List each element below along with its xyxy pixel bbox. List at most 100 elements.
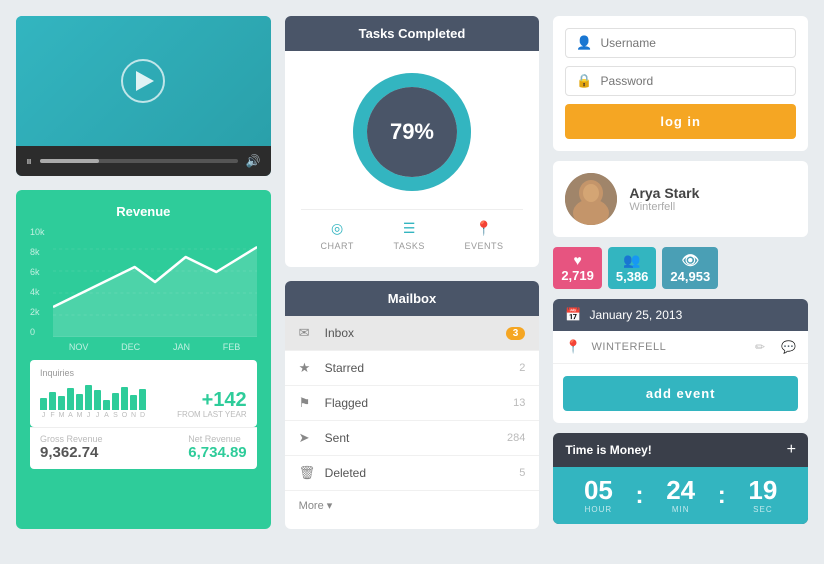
- likes-count: 2,719: [561, 268, 594, 283]
- stat-followers[interactable]: 👥 5,386: [608, 247, 657, 289]
- left-column: ⏸ 🔊 Revenue 10k 8k 6k 4k 2k 0: [16, 16, 271, 529]
- deleted-count: 5: [519, 467, 525, 479]
- mailbox-starred[interactable]: ★ Starred 2: [285, 351, 540, 386]
- mini-bar: [67, 388, 74, 410]
- login-button[interactable]: log in: [565, 104, 796, 139]
- mini-bar: [58, 396, 65, 410]
- seconds-label: SEC: [753, 505, 772, 514]
- calendar-card: 📅 January 25, 2013 📍 WINTERFELL ✏ 💬 add …: [553, 299, 808, 423]
- progress-bar[interactable]: [40, 159, 238, 163]
- deleted-icon: 🗑: [299, 465, 315, 481]
- location-icon: 📍: [565, 339, 581, 355]
- donut-center: 79%: [367, 87, 457, 177]
- donut-percent: 79%: [390, 119, 434, 145]
- tasks-card: Tasks Completed 79% ◎ C: [285, 16, 540, 267]
- x-label-nov: NOV: [69, 342, 89, 352]
- timer-seconds: 19 SEC: [728, 477, 798, 514]
- mini-x-j3: J: [94, 412, 101, 419]
- avatar: [565, 173, 617, 225]
- net-revenue: Net Revenue 6,734.89: [188, 434, 246, 461]
- timer-hours: 05 HOUR: [563, 477, 633, 514]
- profile-stats: ♥ 2,719 👥 5,386 👁 24,953: [553, 247, 808, 289]
- pause-button[interactable]: ⏸: [26, 154, 32, 169]
- calendar-icon: 📅: [565, 307, 581, 323]
- flagged-icon: ⚑: [299, 395, 315, 411]
- edit-icon[interactable]: ✏: [755, 340, 765, 354]
- calendar-location-row: 📍 WINTERFELL ✏ 💬: [553, 331, 808, 364]
- donut-container: 79%: [347, 67, 477, 197]
- mini-x-d: D: [139, 412, 146, 419]
- stat-views[interactable]: 👁 24,953: [662, 247, 718, 289]
- play-button[interactable]: [121, 59, 165, 103]
- profile-card: Arya Stark Winterfell: [553, 161, 808, 237]
- mini-x-j2: J: [85, 412, 92, 419]
- mailbox-deleted[interactable]: 🗑 Deleted 5: [285, 456, 540, 491]
- heart-icon: ♥: [573, 252, 581, 268]
- hours-label: HOUR: [585, 505, 613, 514]
- add-event-button[interactable]: add event: [563, 376, 798, 411]
- right-column: 👤 🔒 log in: [553, 16, 808, 529]
- tab-tasks[interactable]: ☰ TASKS: [393, 220, 424, 251]
- seconds-value: 19: [748, 477, 777, 503]
- hours-value: 05: [584, 477, 613, 503]
- mailbox-sent[interactable]: ➤ Sent 284: [285, 421, 540, 456]
- inbox-icon: ✉: [299, 325, 315, 341]
- tab-chart-label: CHART: [320, 241, 353, 251]
- lock-icon: 🔒: [576, 73, 592, 89]
- y-label-2k: 2k: [30, 307, 45, 317]
- y-label-4k: 4k: [30, 287, 45, 297]
- mini-bar: [94, 390, 101, 410]
- revenue-chart-svg: [53, 227, 257, 337]
- calendar-header: 📅 January 25, 2013: [553, 299, 808, 331]
- mini-bar: [121, 387, 128, 410]
- mailbox-inbox[interactable]: ✉ Inbox 3: [285, 316, 540, 351]
- y-label-0: 0: [30, 327, 45, 337]
- username-input-wrapper: 👤: [565, 28, 796, 58]
- starred-label: Starred: [325, 361, 520, 375]
- timer-colon-1: :: [634, 482, 646, 510]
- countdown-timer: 05 HOUR : 24 MIN : 19 SEC: [553, 467, 808, 524]
- mailbox-header: Mailbox: [285, 281, 540, 316]
- progress-fill: [40, 159, 99, 163]
- mini-bar: [76, 394, 83, 410]
- mini-x-j: J: [40, 412, 47, 419]
- mini-x-m: M: [58, 412, 65, 419]
- inbox-badge: 3: [506, 327, 526, 340]
- tab-chart[interactable]: ◎ CHART: [320, 220, 353, 251]
- y-label-10k: 10k: [30, 227, 45, 237]
- mini-x-a2: A: [103, 412, 110, 419]
- chat-icon[interactable]: 💬: [781, 340, 796, 354]
- revenue-card: Revenue 10k 8k 6k 4k 2k 0: [16, 190, 271, 529]
- middle-column: Tasks Completed 79% ◎ C: [285, 16, 540, 529]
- deleted-label: Deleted: [325, 466, 520, 480]
- minutes-label: MIN: [672, 505, 690, 514]
- countdown-add[interactable]: +: [787, 441, 796, 459]
- password-input[interactable]: [601, 74, 785, 88]
- profile-subtitle: Winterfell: [629, 201, 699, 213]
- mailbox-flagged[interactable]: ⚑ Flagged 13: [285, 386, 540, 421]
- inquiries-label: Inquiries: [40, 368, 247, 378]
- tab-events[interactable]: 📍 EVENTS: [464, 220, 503, 251]
- play-icon: [136, 71, 154, 91]
- timer-colon-2: :: [716, 482, 728, 510]
- sent-label: Sent: [325, 431, 507, 445]
- mailbox-more[interactable]: More ▾: [285, 491, 540, 520]
- profile-info: Arya Stark Winterfell: [629, 185, 699, 213]
- mini-bar: [49, 392, 56, 410]
- password-input-wrapper: 🔒: [565, 66, 796, 96]
- avatar-image: [565, 173, 617, 225]
- mini-bar: [112, 393, 119, 410]
- plus-number: +142: [177, 390, 247, 410]
- countdown-title: Time is Money!: [565, 443, 651, 457]
- net-label: Net Revenue: [188, 434, 246, 444]
- sent-count: 284: [507, 432, 525, 444]
- video-screen: [16, 16, 271, 146]
- video-controls: ⏸ 🔊: [16, 146, 271, 176]
- starred-count: 2: [519, 362, 525, 374]
- user-icon: 👤: [576, 35, 592, 51]
- tasks-icon: ☰: [403, 220, 416, 237]
- stat-likes[interactable]: ♥ 2,719: [553, 247, 602, 289]
- x-label-feb: FEB: [223, 342, 241, 352]
- username-input[interactable]: [601, 36, 785, 50]
- volume-icon[interactable]: 🔊: [246, 154, 261, 168]
